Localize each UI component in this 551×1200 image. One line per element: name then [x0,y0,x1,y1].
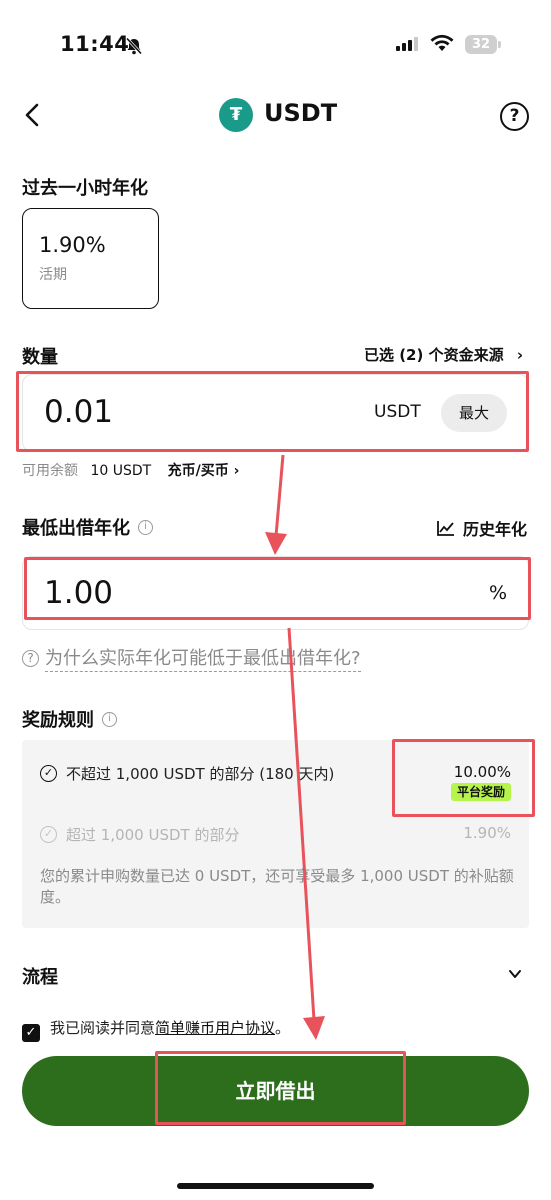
flow-label[interactable]: 流程 [22,963,58,989]
agreement-row: ✓ 我已阅读并同意简单赚币用户协议。 [22,1017,290,1042]
annotation-arrowhead-1 [265,532,287,555]
agreement-prefix: 我已阅读并同意 [50,1019,156,1037]
check-circle-icon: ✓ [40,765,57,782]
rule2-text: 超过 1,000 USDT 的部分 [66,826,240,844]
why-rate-text: 为什么实际年化可能低于最低出借年化? [45,648,361,672]
min-rate-label-row: 最低出借年化 i [22,514,153,540]
check-circle-icon: ✓ [40,826,57,843]
info-icon[interactable]: i [138,519,153,535]
annotation-box-amount [16,371,529,452]
amount-label: 数量 [22,347,58,368]
back-arrow-icon[interactable] [18,100,48,130]
annotation-arrowhead-2 [303,1016,325,1040]
balance-row: 可用余额 10 USDT 充币/买币 › [22,460,239,480]
home-indicator[interactable] [177,1183,374,1189]
usdt-coin-icon: ₮ [219,98,253,132]
annotation-arrow-1 [274,454,285,537]
apy-value: 1.90% [39,233,106,257]
history-rate-text: 历史年化 [462,520,527,539]
balance-value: 10 USDT [90,463,152,479]
annotation-box-submit [155,1051,406,1125]
bell-muted-icon [125,37,143,55]
deposit-buy-link[interactable]: 充币/买币 › [168,463,240,479]
why-rate-link[interactable]: ? 为什么实际年化可能低于最低出借年化? [22,644,361,672]
status-time: 11:44 [60,32,130,56]
fund-source-link[interactable]: 已选 (2) 个资金来源 › [364,344,523,365]
subsidy-note: 您的累计申购数量已达 0 USDT，还可享受最多 1,000 USDT 的补贴额… [40,867,514,906]
trend-chart-icon [437,521,454,536]
deposit-buy-text: 充币/买币 [167,463,229,479]
chevron-down-icon[interactable] [507,966,523,982]
battery-level: 32 [465,35,497,54]
annotation-box-rate [24,557,531,620]
annotation-box-reward [392,739,535,817]
info-icon[interactable]: i [102,711,117,727]
agreement-checkbox[interactable]: ✓ [22,1024,40,1042]
rule1-text: 不超过 1,000 USDT 的部分 (180 天内) [66,765,335,783]
balance-label: 可用余额 [22,463,78,479]
chevron-right-icon: › [516,346,523,364]
question-icon: ? [22,650,39,667]
battery-icon: 32 [465,35,501,54]
agreement-suffix: 。 [275,1019,291,1037]
reward-rules-label: 奖励规则 [22,710,94,731]
rule2-rate: 1.90% [463,824,511,842]
help-icon[interactable]: ? [500,102,529,131]
apy-label: 过去一小时年化 [22,178,148,199]
min-rate-label: 最低出借年化 [22,518,130,539]
fund-source-text: 已选 (2) 个资金来源 [363,346,504,364]
wifi-icon [430,34,454,51]
apy-term: 活期 [39,267,67,283]
reward-rules-row: 奖励规则 i [22,706,117,732]
history-rate-link[interactable]: 历史年化 [437,516,527,540]
apy-card[interactable]: 1.90% 活期 [22,208,159,309]
cellular-signal-icon [396,37,418,51]
agreement-link[interactable]: 简单赚币用户协议 [155,1019,275,1037]
page-title: USDT [264,99,338,127]
